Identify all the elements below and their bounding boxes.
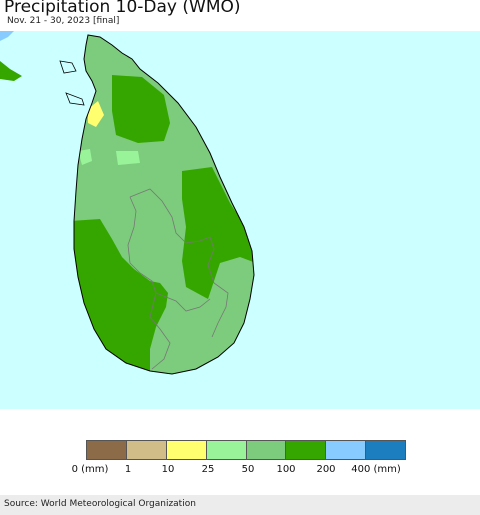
page-title: Precipitation 10-Day (WMO) [4, 0, 241, 17]
legend-label-400: 400 (mm) [351, 464, 401, 475]
legend-label-10: 10 [161, 464, 175, 475]
legend-swatch-100 [286, 441, 327, 459]
legend-swatch-25 [206, 441, 247, 459]
legend-label-50: 50 [241, 464, 255, 475]
legend-label-25: 25 [201, 464, 215, 475]
legend-label-1: 1 [124, 464, 132, 475]
legend-label-200: 200 [316, 464, 336, 475]
legend-label-0: 0 (mm) [71, 464, 109, 475]
source-text: Source: World Meteorological Organizatio… [4, 499, 196, 509]
legend-color-bar [86, 440, 406, 460]
source-footer: Source: World Meteorological Organizatio… [0, 495, 480, 515]
legend-swatch-50 [246, 441, 287, 459]
legend-label-100: 100 [276, 464, 296, 475]
light-rain-patch [116, 151, 140, 165]
legend-swatch-0 [87, 441, 127, 459]
precipitation-map [0, 31, 480, 409]
legend-swatch-1 [126, 441, 167, 459]
legend-swatch-200 [326, 441, 367, 459]
legend-swatch-10 [166, 441, 207, 459]
legend-swatch-400 [366, 441, 405, 459]
date-range-subtitle: Nov. 21 - 30, 2023 [final] [7, 16, 120, 26]
